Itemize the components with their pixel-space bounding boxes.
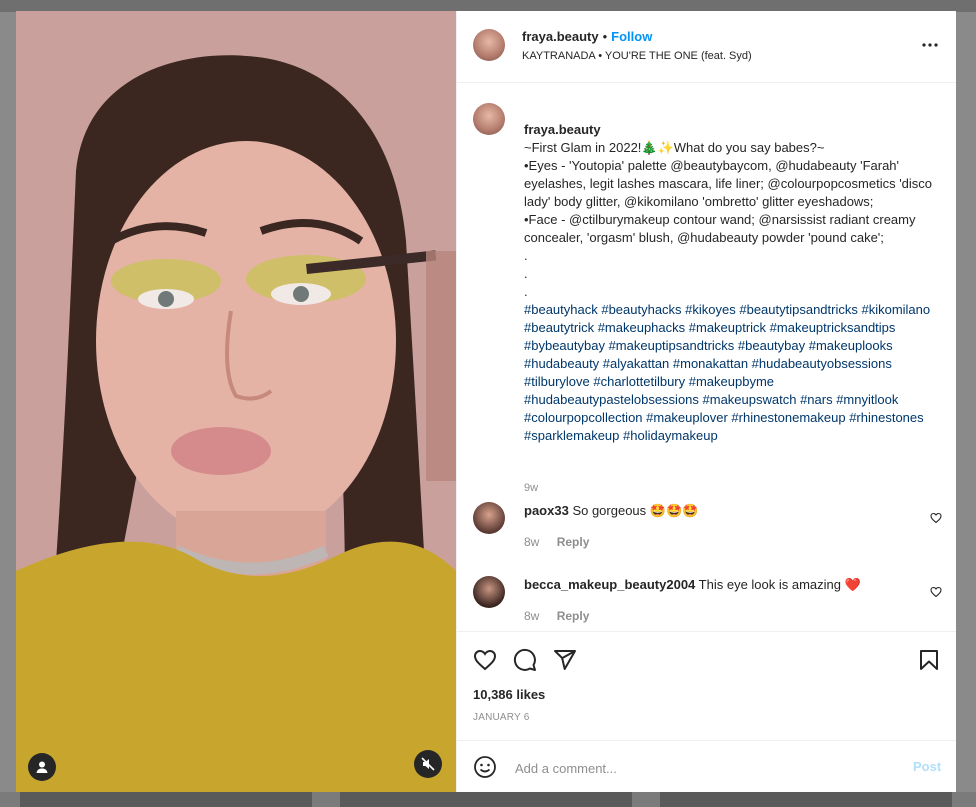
caption-avatar[interactable] <box>473 103 505 135</box>
caption-hashtags[interactable]: #beautyhack #beautyhacks #kikoyes #beaut… <box>524 301 944 445</box>
comment-body: This eye look is amazing ❤️ <box>698 577 861 592</box>
author-line: fraya.beauty • Follow <box>522 29 652 44</box>
comment-body: So gorgeous 🤩🤩🤩 <box>572 503 699 518</box>
caption-time: 9w <box>524 482 539 494</box>
comment-like-icon[interactable] <box>930 586 942 598</box>
comment-input[interactable] <box>513 753 887 783</box>
background-grid-strip <box>0 792 976 807</box>
caption-text: fraya.beauty ~First Glam in 2022!🎄✨What … <box>524 103 944 515</box>
author-avatar[interactable] <box>473 29 505 61</box>
muted-icon <box>421 757 435 771</box>
reply-button[interactable]: Reply <box>557 535 590 549</box>
caption-username[interactable]: fraya.beauty <box>524 122 601 137</box>
emoji-icon[interactable] <box>473 755 497 779</box>
heart-icon[interactable] <box>473 648 497 672</box>
reply-button[interactable]: Reply <box>557 609 590 623</box>
add-comment-bar: Post <box>457 740 956 793</box>
comment-username[interactable]: paox33 <box>524 503 569 518</box>
comment-item: paox33 So gorgeous 🤩🤩🤩 8w Reply <box>473 502 943 562</box>
follow-button[interactable]: Follow <box>611 29 652 44</box>
comment-username[interactable]: becca_makeup_beauty2004 <box>524 577 695 592</box>
comment-avatar[interactable] <box>473 576 505 608</box>
post-date: JANUARY 6 <box>473 712 530 723</box>
comment-time: 8w <box>524 609 540 623</box>
comment-like-icon[interactable] <box>930 512 942 524</box>
comment-meta: 8w Reply <box>524 535 589 549</box>
user-tag-icon <box>36 761 48 773</box>
comment-icon[interactable] <box>513 648 537 672</box>
mute-button[interactable] <box>414 750 442 778</box>
post-details-panel: fraya.beauty • Follow KAYTRANADA • YOU'RE … <box>456 11 956 792</box>
comment-text: becca_makeup_beauty2004 This eye look is… <box>524 576 914 594</box>
comment-meta: 8w Reply <box>524 609 589 623</box>
bookmark-icon[interactable] <box>917 648 941 672</box>
separator-dot: • <box>602 29 608 44</box>
post-header: fraya.beauty • Follow KAYTRANADA • YOU'RE … <box>457 11 956 83</box>
post-modal: fraya.beauty • Follow KAYTRANADA • YOU'RE … <box>16 11 956 792</box>
post-media-video[interactable] <box>16 11 456 792</box>
share-icon[interactable] <box>553 648 577 672</box>
comment-time: 8w <box>524 535 540 549</box>
author-username[interactable]: fraya.beauty <box>522 29 599 44</box>
audio-track[interactable]: KAYTRANADA • YOU'RE THE ONE (feat. Syd) <box>522 50 752 62</box>
comment-avatar[interactable] <box>473 502 505 534</box>
user-tag-button[interactable] <box>28 753 56 781</box>
likes-count[interactable]: 10,386 likes <box>473 687 545 702</box>
comment-text: paox33 So gorgeous 🤩🤩🤩 <box>524 502 914 520</box>
comment-item: becca_makeup_beauty2004 This eye look is… <box>473 576 943 636</box>
post-comment-button[interactable]: Post <box>913 759 941 774</box>
caption-body: ~First Glam in 2022!🎄✨What do you say ba… <box>524 140 933 299</box>
more-icon[interactable] <box>918 33 942 57</box>
video-frame <box>16 11 456 792</box>
